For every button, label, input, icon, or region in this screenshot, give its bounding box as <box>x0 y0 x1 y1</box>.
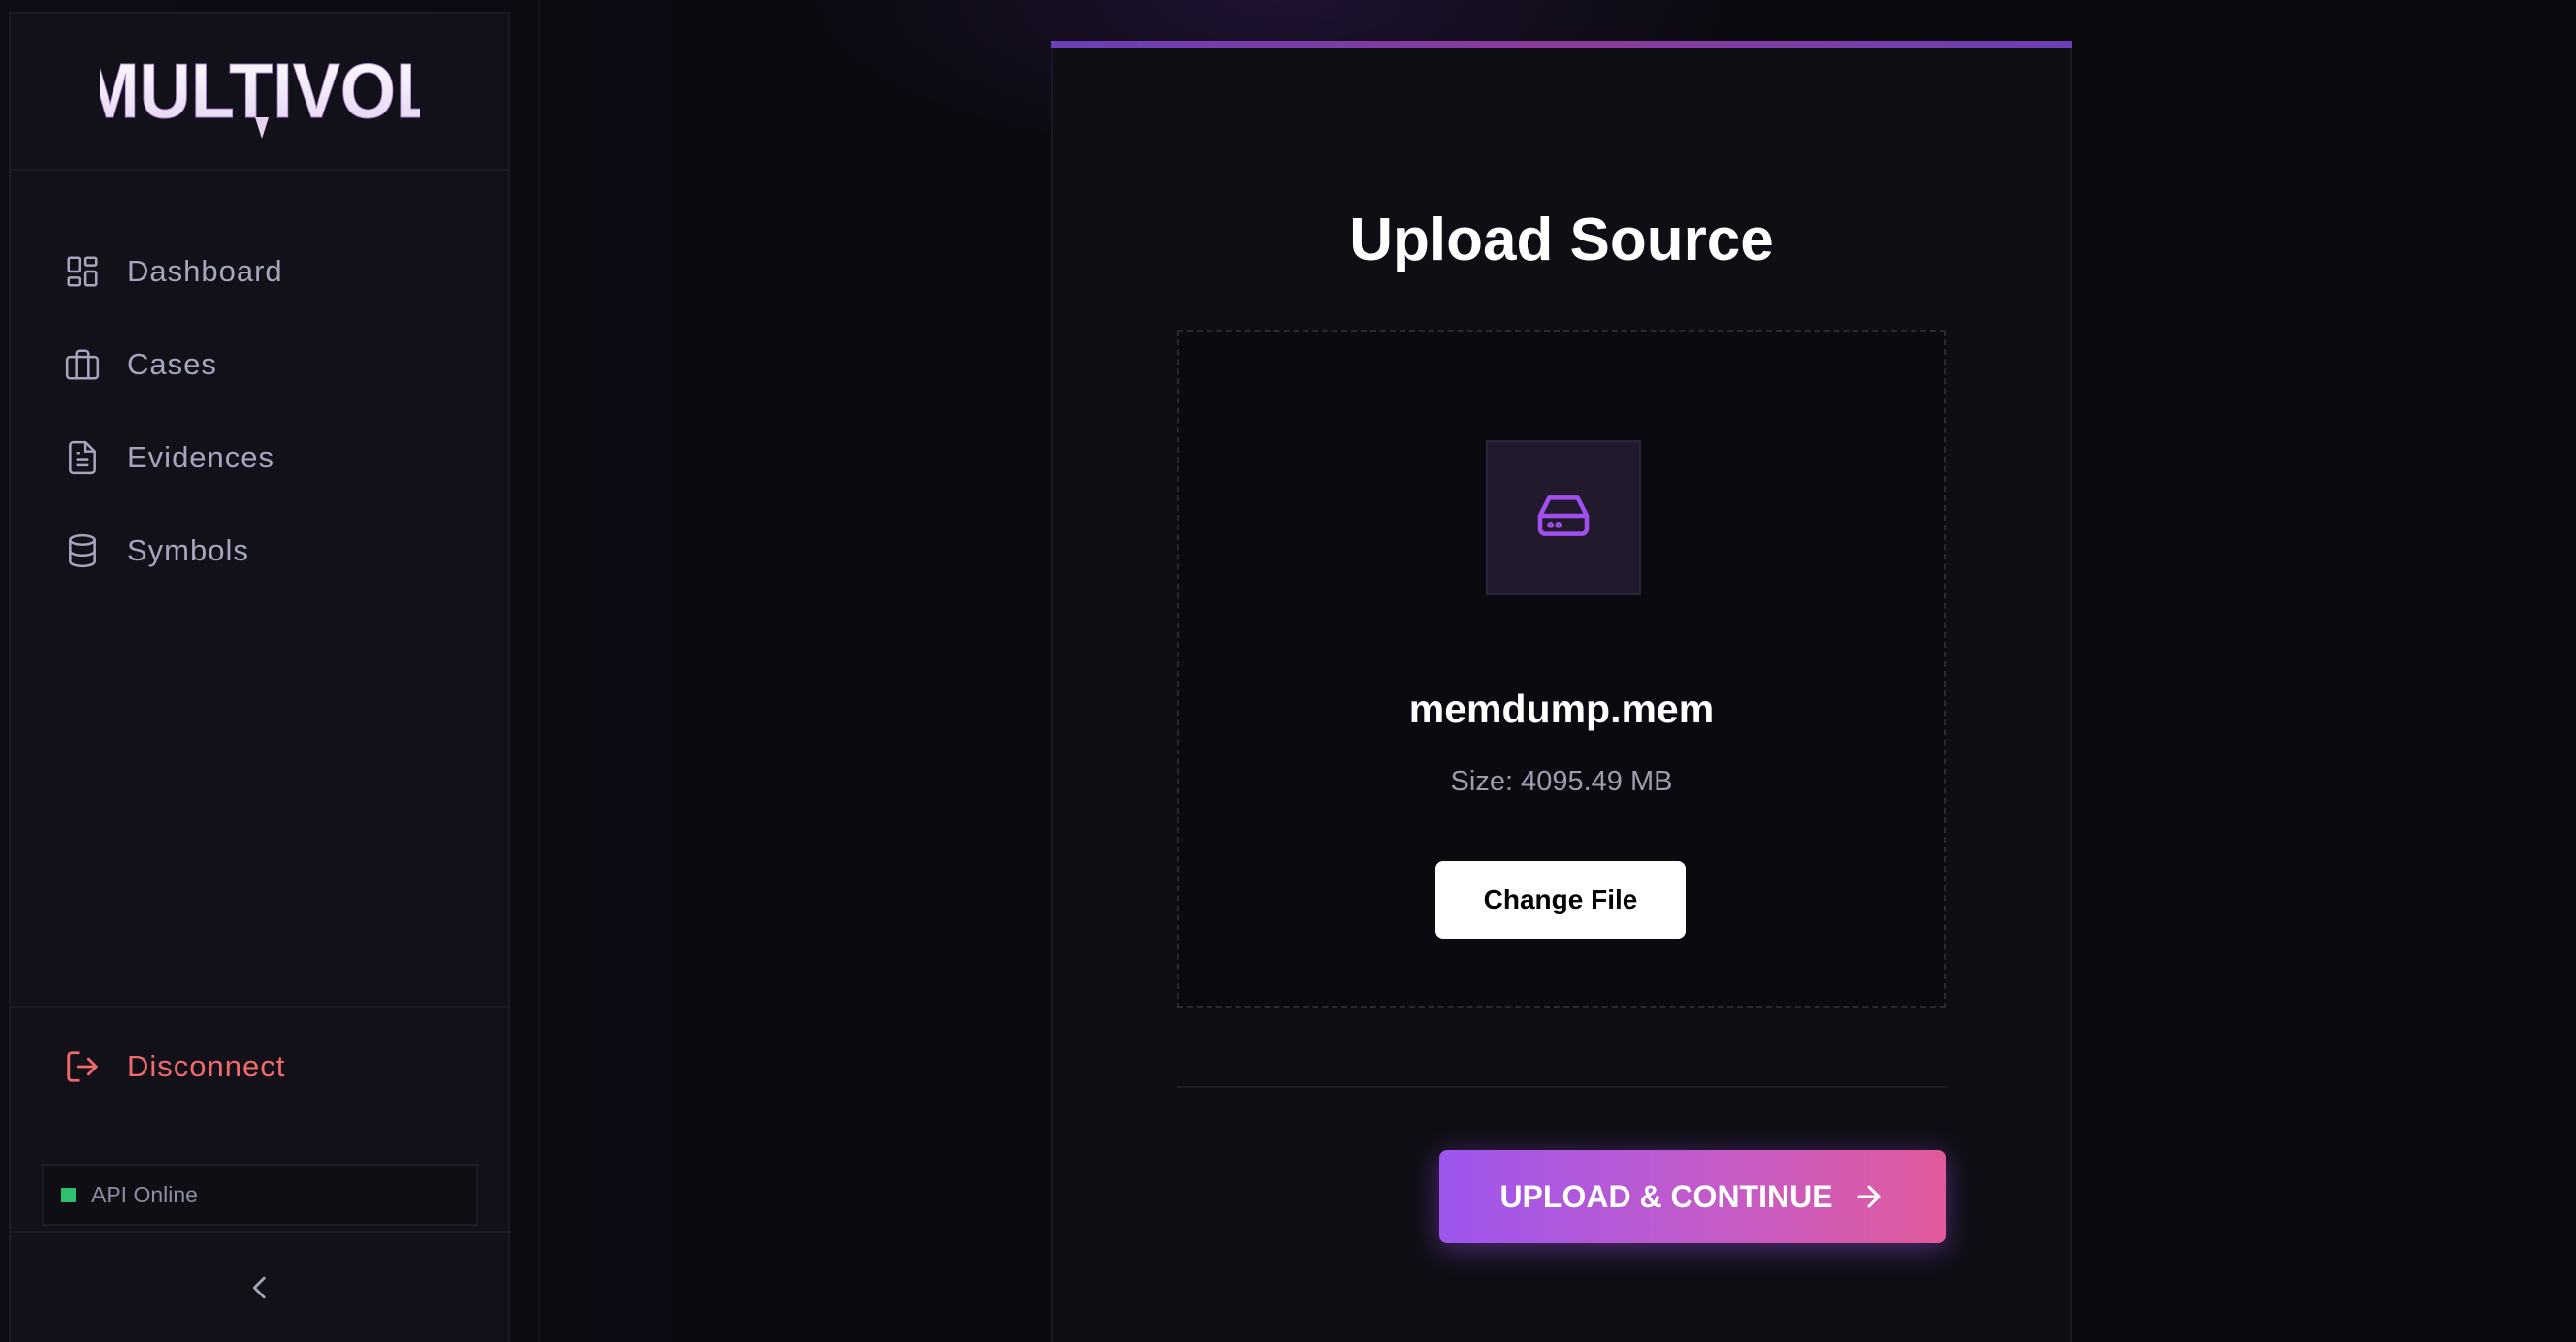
app-window: MULTIVOL Dashboard <box>0 0 2576 1342</box>
hard-drive-icon <box>1532 485 1594 552</box>
file-size: Size: 4095.49 MB <box>1450 766 1673 797</box>
briefcase-icon <box>63 345 102 384</box>
file-dropzone[interactable]: memdump.mem Size: 4095.49 MB Change File <box>1177 330 1946 1008</box>
upload-card: Upload Source memdump.mem Size: 4095.49 … <box>1051 41 2072 1342</box>
sidebar-item-cases[interactable]: Cases <box>11 318 508 411</box>
sidebar-item-label: Cases <box>127 347 217 381</box>
file-name: memdump.mem <box>1408 687 1715 731</box>
status-dot-icon <box>61 1187 76 1202</box>
divider <box>1177 1086 1946 1088</box>
logout-icon <box>63 1047 102 1086</box>
sidebar-item-evidences[interactable]: Evidences <box>11 411 508 504</box>
sidebar-item-dashboard[interactable]: Dashboard <box>11 225 508 318</box>
logo-area: MULTIVOL <box>11 14 508 171</box>
collapse-sidebar-button[interactable] <box>11 1231 508 1342</box>
disconnect-button[interactable]: Disconnect <box>11 1008 508 1125</box>
change-file-button[interactable]: Change File <box>1435 861 1686 939</box>
api-status-text: API Online <box>91 1181 198 1207</box>
chevron-left-icon <box>243 1271 276 1309</box>
sidebar-nav: Dashboard Cases Evidences Symbols <box>11 171 508 597</box>
sidebar-divider <box>538 0 540 1342</box>
page-title: Upload Source <box>1349 207 1774 273</box>
sidebar: MULTIVOL Dashboard <box>9 12 510 1342</box>
document-icon <box>63 438 102 477</box>
arrow-right-icon <box>1852 1180 1885 1213</box>
sidebar-item-label: Evidences <box>127 440 275 474</box>
multivol-logo: MULTIVOL <box>100 48 420 139</box>
disconnect-label: Disconnect <box>127 1049 286 1083</box>
card-accent-bar <box>1051 41 2072 48</box>
sidebar-item-label: Dashboard <box>127 254 283 288</box>
upload-button-label: UPLOAD & CONTINUE <box>1499 1178 1833 1214</box>
dashboard-grid-icon <box>63 252 102 291</box>
sidebar-footer: Disconnect API Online <box>11 1006 508 1226</box>
database-icon <box>63 531 102 570</box>
sidebar-item-symbols[interactable]: Symbols <box>11 504 508 597</box>
upload-continue-button[interactable]: UPLOAD & CONTINUE <box>1439 1150 1946 1243</box>
api-status-badge: API Online <box>42 1164 478 1226</box>
file-icon-box <box>1486 440 1641 595</box>
sidebar-item-label: Symbols <box>127 533 249 567</box>
